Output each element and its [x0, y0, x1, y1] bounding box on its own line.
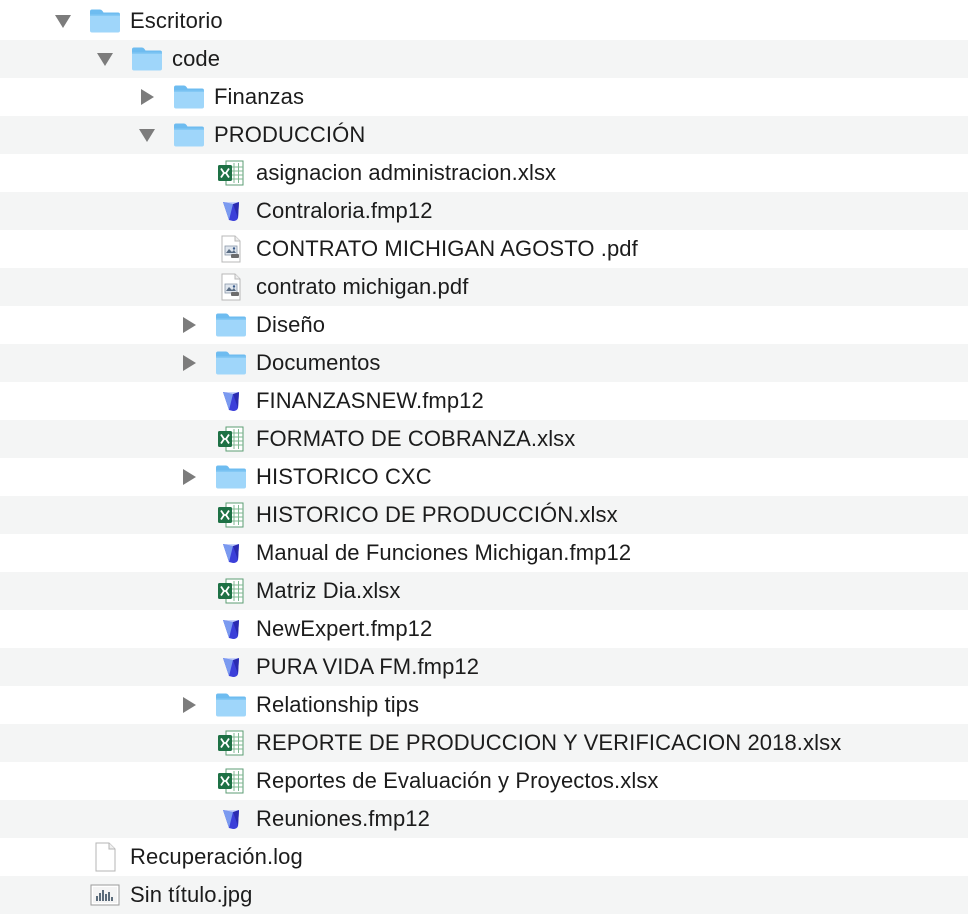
filemaker-icon	[214, 382, 248, 420]
file-tree: Escritorio code Finanzas PRODUCCIÓN asig…	[0, 2, 968, 914]
filemaker-icon	[214, 192, 248, 230]
disclosure-collapsed-icon[interactable]	[178, 458, 200, 496]
tree-row-file[interactable]: Recuperación.log	[0, 838, 968, 876]
item-label: Reuniones.fmp12	[256, 806, 430, 831]
disclosure-collapsed-icon[interactable]	[178, 686, 200, 724]
disclosure-collapsed-icon[interactable]	[178, 344, 200, 382]
disclosure-expanded-icon[interactable]	[94, 40, 116, 78]
pdf-icon	[214, 230, 248, 268]
tree-row-file[interactable]: FINANZASNEW.fmp12	[0, 382, 968, 420]
excel-icon	[214, 496, 248, 534]
folder-icon	[214, 344, 248, 382]
tree-row-file[interactable]: Contraloria.fmp12	[0, 192, 968, 230]
item-label: Escritorio	[130, 8, 223, 33]
tree-row-finanzas[interactable]: Finanzas	[0, 78, 968, 116]
disclosure-collapsed-icon[interactable]	[136, 78, 158, 116]
item-label: HISTORICO CXC	[256, 464, 432, 489]
item-label: REPORTE DE PRODUCCION Y VERIFICACION 201…	[256, 730, 842, 755]
item-label: Diseño	[256, 312, 326, 337]
item-label: Sin título.jpg	[130, 882, 253, 907]
excel-icon	[214, 154, 248, 192]
folder-icon	[214, 306, 248, 344]
item-label: CONTRATO MICHIGAN AGOSTO .pdf	[256, 236, 638, 261]
item-label: Documentos	[256, 350, 381, 375]
filemaker-icon	[214, 610, 248, 648]
folder-icon	[214, 686, 248, 724]
item-label: Recuperación.log	[130, 844, 303, 869]
folder-icon	[172, 78, 206, 116]
tree-row-file[interactable]: asignacion administracion.xlsx	[0, 154, 968, 192]
disclosure-collapsed-icon[interactable]	[178, 306, 200, 344]
item-label: Relationship tips	[256, 692, 420, 717]
excel-icon	[214, 724, 248, 762]
folder-icon	[214, 458, 248, 496]
item-label: HISTORICO DE PRODUCCIÓN.xlsx	[256, 502, 618, 527]
item-label: Finanzas	[214, 84, 305, 109]
tree-row-file[interactable]: REPORTE DE PRODUCCION Y VERIFICACION 201…	[0, 724, 968, 762]
tree-row-file[interactable]: Matriz Dia.xlsx	[0, 572, 968, 610]
tree-row-file[interactable]: NewExpert.fmp12	[0, 610, 968, 648]
item-label: Reportes de Evaluación y Proyectos.xlsx	[256, 768, 659, 793]
item-label: contrato michigan.pdf	[256, 274, 469, 299]
tree-row-file[interactable]: HISTORICO DE PRODUCCIÓN.xlsx	[0, 496, 968, 534]
folder-icon	[88, 2, 122, 40]
tree-row-documentos[interactable]: Documentos	[0, 344, 968, 382]
filemaker-icon	[214, 534, 248, 572]
folder-icon	[172, 116, 206, 154]
tree-row-produccion[interactable]: PRODUCCIÓN	[0, 116, 968, 154]
filemaker-icon	[214, 648, 248, 686]
tree-row-file[interactable]: FORMATO DE COBRANZA.xlsx	[0, 420, 968, 458]
pdf-icon	[214, 268, 248, 306]
tree-row-diseno[interactable]: Diseño	[0, 306, 968, 344]
tree-row-file[interactable]: Reportes de Evaluación y Proyectos.xlsx	[0, 762, 968, 800]
excel-icon	[214, 572, 248, 610]
item-label: NewExpert.fmp12	[256, 616, 433, 641]
disclosure-expanded-icon[interactable]	[52, 2, 74, 40]
tree-row-relationship-tips[interactable]: Relationship tips	[0, 686, 968, 724]
tree-row-escritorio[interactable]: Escritorio	[0, 2, 968, 40]
item-label: code	[172, 46, 221, 71]
tree-row-historico-cxc[interactable]: HISTORICO CXC	[0, 458, 968, 496]
tree-row-file[interactable]: Sin título.jpg	[0, 876, 968, 914]
item-label: Contraloria.fmp12	[256, 198, 433, 223]
text-file-icon	[88, 838, 122, 876]
item-label: asignacion administracion.xlsx	[256, 160, 557, 185]
excel-icon	[214, 420, 248, 458]
item-label: PRODUCCIÓN	[214, 122, 366, 147]
tree-row-file[interactable]: Reuniones.fmp12	[0, 800, 968, 838]
item-label: PURA VIDA FM.fmp12	[256, 654, 480, 679]
folder-icon	[130, 40, 164, 78]
tree-row-file[interactable]: Manual de Funciones Michigan.fmp12	[0, 534, 968, 572]
excel-icon	[214, 762, 248, 800]
disclosure-expanded-icon[interactable]	[136, 116, 158, 154]
tree-row-code[interactable]: code	[0, 40, 968, 78]
item-label: Manual de Funciones Michigan.fmp12	[256, 540, 632, 565]
tree-row-file[interactable]: CONTRATO MICHIGAN AGOSTO .pdf	[0, 230, 968, 268]
tree-row-file[interactable]: contrato michigan.pdf	[0, 268, 968, 306]
filemaker-icon	[214, 800, 248, 838]
item-label: Matriz Dia.xlsx	[256, 578, 401, 603]
item-label: FORMATO DE COBRANZA.xlsx	[256, 426, 576, 451]
image-file-icon	[88, 876, 122, 914]
item-label: FINANZASNEW.fmp12	[256, 388, 484, 413]
tree-row-file[interactable]: PURA VIDA FM.fmp12	[0, 648, 968, 686]
